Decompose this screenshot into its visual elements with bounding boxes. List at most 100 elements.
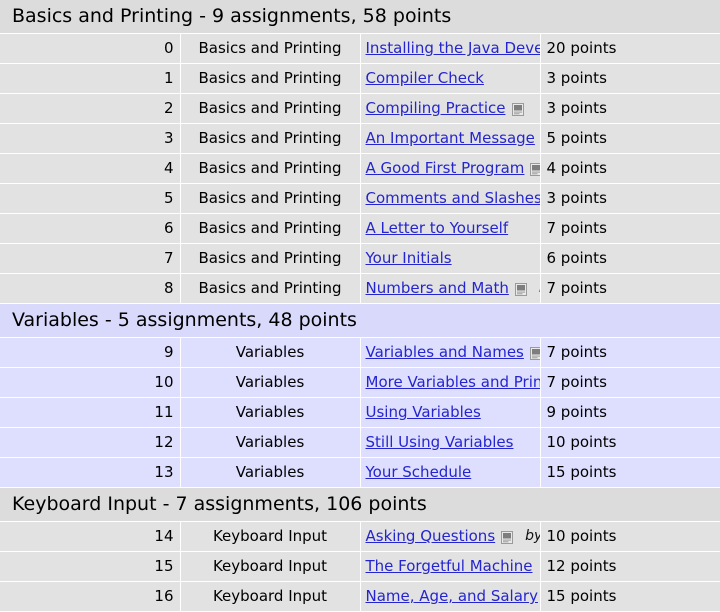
table-row[interactable]: 0 Basics and Printing Installing the Java … (0, 33, 720, 64)
table-row[interactable]: 14Keyboard Input Asking Questions by Zed S… (0, 521, 720, 552)
row-category: Variables (180, 427, 361, 458)
row-points: 7 points (540, 337, 720, 368)
video-icon[interactable] (511, 103, 524, 116)
row-category: Variables (180, 367, 361, 398)
row-points: 7 points (540, 213, 720, 244)
section-heading: Basics and Printing - 9 assignments, 58 … (0, 0, 720, 34)
row-title-cell: Numbers and Math by Zed Shaw (360, 273, 541, 304)
row-index: 10 (0, 367, 181, 398)
title-wrapper: Installing the Java Development Kit (JDK… (366, 39, 540, 58)
title-wrapper: Your Schedule (366, 463, 536, 482)
title-wrapper: Numbers and Math by Zed Shaw (366, 279, 540, 298)
row-title-cell: Still Using Variables (360, 427, 541, 458)
row-index: 11 (0, 397, 181, 428)
title-wrapper: Compiler Check (366, 69, 536, 88)
row-points: 3 points (540, 63, 720, 94)
row-category: Basics and Printing (180, 273, 361, 304)
assignment-link[interactable]: Asking Questions (366, 527, 496, 546)
table-row[interactable]: 5 Basics and Printing Comments and Slashes… (0, 183, 720, 214)
section-header-row: Basics and Printing - 9 assignments, 58 … (0, 0, 720, 34)
row-title-cell: Compiling Practice (360, 93, 541, 124)
table-row[interactable]: 3 Basics and Printing An Important Message… (0, 123, 720, 154)
title-wrapper: Still Using Variables (366, 433, 536, 452)
row-points: 3 points (540, 183, 720, 214)
assignment-link[interactable]: Variables and Names (366, 343, 524, 362)
video-icon[interactable] (501, 531, 514, 544)
row-points: 15 points (540, 581, 720, 612)
table-row[interactable]: 10Variables More Variables and Printingby… (0, 367, 720, 398)
row-index: 13 (0, 457, 181, 488)
row-category: Basics and Printing (180, 33, 361, 64)
row-index: 12 (0, 427, 181, 458)
row-points: 5 points (540, 123, 720, 154)
table-row[interactable]: 9Variables Variables and Namesby Zed Shaw… (0, 337, 720, 368)
row-points: 10 points (540, 427, 720, 458)
row-category: Variables (180, 457, 361, 488)
section-header-row: Keyboard Input - 7 assignments, 106 poin… (0, 487, 720, 522)
table-row[interactable]: 6 Basics and Printing A Letter to Yourself… (0, 213, 720, 244)
row-points: 7 points (540, 367, 720, 398)
row-author: by Zed Shaw (527, 279, 540, 298)
table-row[interactable]: 12 Variables Still Using Variables 10 point… (0, 427, 720, 458)
assignment-link[interactable]: Still Using Variables (366, 433, 514, 452)
row-category: Basics and Printing (180, 123, 361, 154)
row-category: Keyboard Input (180, 551, 361, 582)
section-header-row: Variables - 5 assignments, 48 points (0, 303, 720, 338)
video-icon[interactable] (514, 283, 527, 296)
video-icon[interactable] (529, 347, 539, 360)
title-wrapper: An Important Message (366, 129, 536, 148)
assignment-link[interactable]: The Forgetful Machine (366, 557, 533, 576)
assignment-link[interactable]: Comments and Slashes (366, 189, 540, 208)
assignment-link[interactable]: A Letter to Yourself (366, 219, 509, 238)
row-title-cell: Using Variables (360, 397, 541, 428)
assignment-link[interactable]: More Variables and Printing (366, 373, 540, 392)
title-wrapper: Name, Age, and Salary (366, 587, 538, 606)
table-row[interactable]: 2 Basics and Printing Compiling Practice 3 … (0, 93, 720, 124)
row-category: Variables (180, 397, 361, 428)
assignment-link[interactable]: Compiling Practice (366, 99, 506, 118)
assignment-link[interactable]: Using Variables (366, 403, 481, 422)
table-row[interactable]: 8Basics and Printing Numbers and Math by Z… (0, 273, 720, 304)
row-category: Basics and Printing (180, 153, 361, 184)
row-index: 6 (0, 213, 181, 244)
table-row[interactable]: 15 Keyboard Input The Forgetful Machine 12 … (0, 551, 720, 582)
assignment-link[interactable]: A Good First Program (366, 159, 525, 178)
assignment-link[interactable]: Your Schedule (366, 463, 472, 482)
table-row[interactable]: 11 Variables Using Variables 9 points (0, 397, 720, 428)
title-wrapper: Asking Questions by Zed Shaw (366, 527, 540, 546)
row-category: Keyboard Input (180, 581, 361, 612)
title-wrapper: The Forgetful Machine (366, 557, 536, 576)
row-index: 15 (0, 551, 181, 582)
row-index: 4 (0, 153, 181, 184)
title-wrapper: A Good First Programby Zed Shaw (366, 159, 539, 178)
assignment-link[interactable]: Your Initials (366, 249, 452, 268)
video-icon[interactable] (530, 163, 539, 176)
row-index: 16 (0, 581, 181, 612)
table-row[interactable]: 1 Basics and Printing Compiler Check 3 poin… (0, 63, 720, 94)
assignment-link[interactable]: Installing the Java Development Kit (JDK… (366, 39, 540, 58)
table-row[interactable]: 4 Basics and Printing A Good First Program… (0, 153, 720, 184)
row-points: 15 points (540, 457, 720, 488)
assignment-link[interactable]: Compiler Check (366, 69, 484, 88)
row-title-cell: More Variables and Printingby Zed Shaw (360, 367, 541, 398)
row-title-cell: Variables and Namesby Zed Shaw (360, 337, 541, 368)
table-row[interactable]: 13 Variables Your Schedule 15 points (0, 457, 720, 488)
row-title-cell: A Good First Programby Zed Shaw (360, 153, 541, 184)
row-points: 10 points (540, 521, 720, 552)
row-title-cell: Comments and Slashesby Zed Shaw (360, 183, 541, 214)
table-row[interactable]: 7 Basics and Printing Your Initials 6 point… (0, 243, 720, 274)
row-category: Variables (180, 337, 361, 368)
assignment-link[interactable]: Name, Age, and Salary (366, 587, 538, 606)
row-category: Basics and Printing (180, 243, 361, 274)
row-index: 5 (0, 183, 181, 214)
assignment-link[interactable]: Numbers and Math (366, 279, 509, 298)
row-index: 9 (0, 337, 181, 368)
assignment-link[interactable]: An Important Message (366, 129, 535, 148)
table-row[interactable]: 16 Keyboard Input Name, Age, and Salary 15 … (0, 581, 720, 612)
assignment-table: Basics and Printing - 9 assignments, 58 … (0, 0, 720, 612)
title-wrapper: Comments and Slashesby Zed Shaw (366, 189, 540, 208)
section-heading: Variables - 5 assignments, 48 points (0, 303, 720, 338)
title-wrapper: Variables and Namesby Zed Shaw (366, 343, 539, 362)
row-title-cell: Your Schedule (360, 457, 541, 488)
row-title-cell: The Forgetful Machine (360, 551, 541, 582)
